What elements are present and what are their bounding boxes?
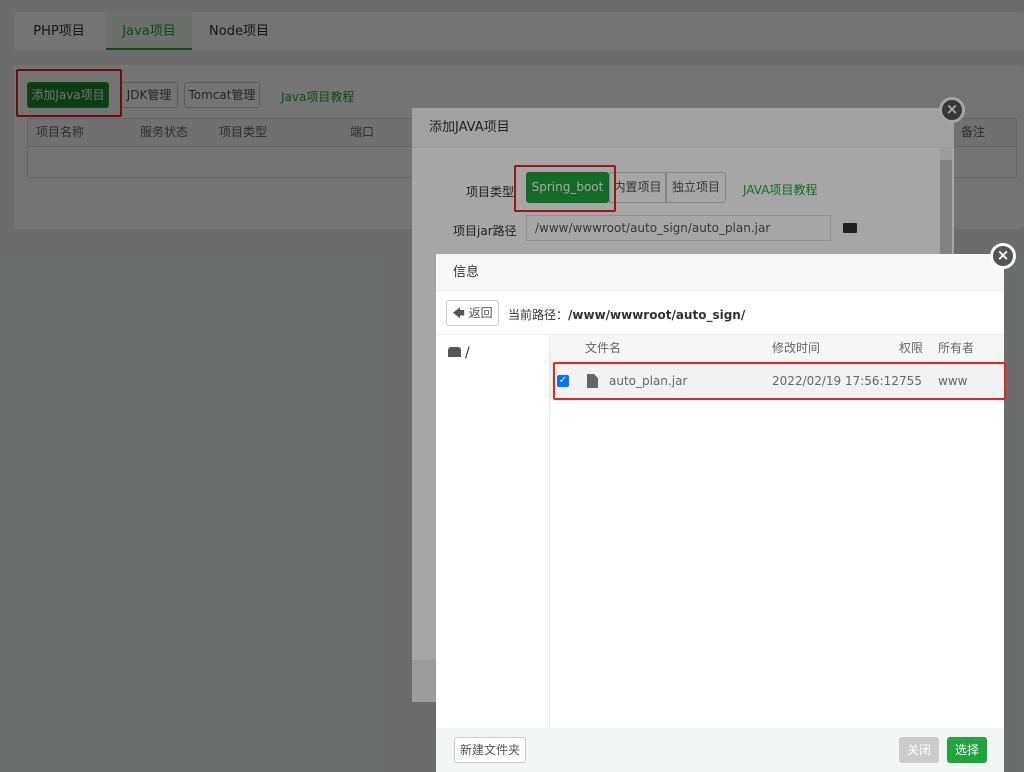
back-button[interactable]: 🡄 返回 xyxy=(446,300,499,326)
current-path: 当前路径：/www/wwwroot/auto_sign/ xyxy=(508,306,745,323)
col-perm: 权限 xyxy=(899,341,924,355)
highlight-file-row xyxy=(553,362,1006,400)
close-file-dialog-icon[interactable]: × xyxy=(990,243,1016,269)
path-value: /www/wwwroot/auto_sign/ xyxy=(568,308,746,322)
col-owner: 所有者 xyxy=(938,341,975,355)
close-button[interactable]: 关闭 xyxy=(899,737,939,763)
back-label: 返回 xyxy=(468,306,493,320)
col-filename: 文件名 xyxy=(585,341,622,355)
path-label: 当前路径： xyxy=(508,308,569,322)
file-picker-dialog: 信息 🡄 返回 当前路径：/www/wwwroot/auto_sign/ / 文… xyxy=(436,254,1004,772)
tree-root-label: / xyxy=(465,345,470,361)
select-button[interactable]: 选择 xyxy=(947,737,987,763)
back-arrow-icon: 🡄 xyxy=(452,306,469,320)
tree-root[interactable]: / xyxy=(448,345,470,361)
file-dialog-footer: 新建文件夹 关闭 选择 xyxy=(436,728,1004,772)
file-dialog-title: 信息 xyxy=(436,254,1004,291)
new-folder-button[interactable]: 新建文件夹 xyxy=(454,737,526,763)
folder-tree: / xyxy=(436,335,550,728)
col-modified: 修改时间 xyxy=(772,341,821,355)
disk-icon xyxy=(448,347,461,357)
